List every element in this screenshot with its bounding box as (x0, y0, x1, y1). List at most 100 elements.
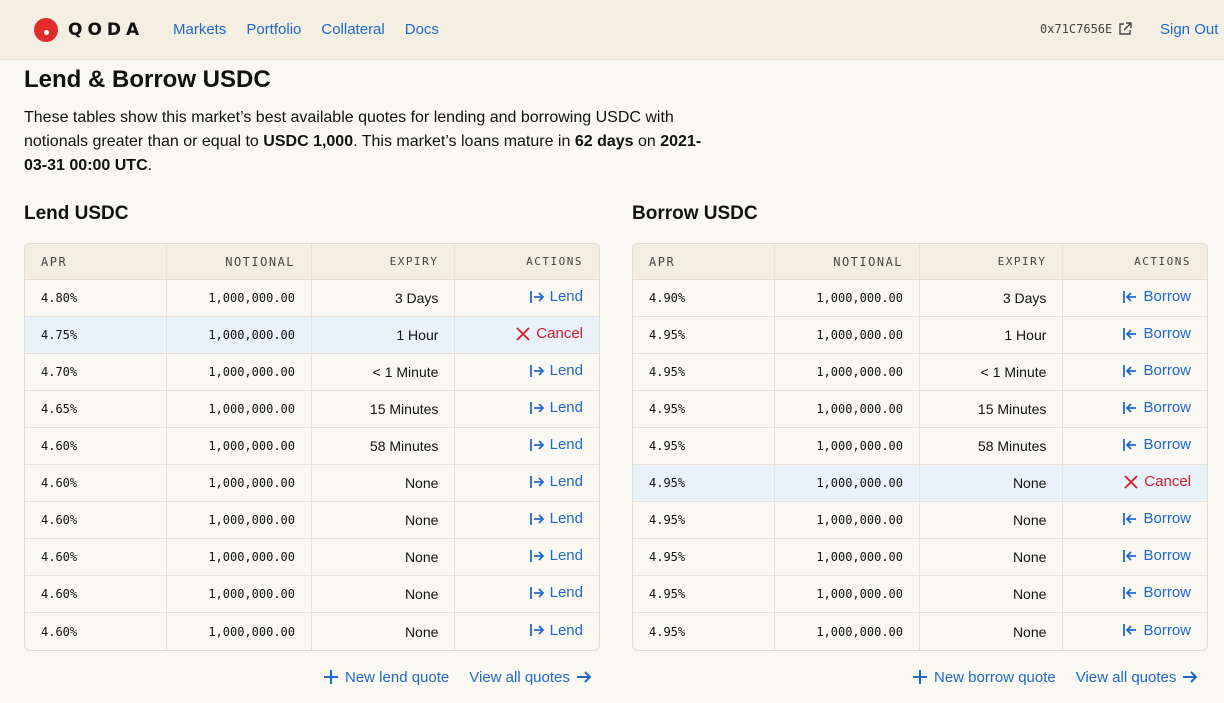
col-apr[interactable]: APR (25, 244, 168, 280)
logo-mark-icon (34, 18, 58, 42)
notional-cell: 1,000,000.00 (775, 539, 921, 576)
borrow-button[interactable]: Borrow (1122, 288, 1191, 305)
actions-cell: Borrow (1063, 391, 1207, 428)
borrow-button[interactable]: Borrow (1122, 325, 1191, 342)
wallet-address: 0x71C7656E (1040, 22, 1113, 36)
col-expiry[interactable]: EXPIRY (920, 244, 1064, 280)
borrow-button[interactable]: Borrow (1122, 622, 1191, 639)
expiry-cell: 1 Hour (920, 317, 1064, 354)
borrow-table: APR NOTIONAL EXPIRY ACTIONS 4.90% 1,000,0… (632, 243, 1208, 651)
borrow-button[interactable]: Borrow (1122, 399, 1191, 416)
apr-cell: 4.75% (25, 317, 168, 354)
apr-cell: 4.60% (25, 502, 168, 539)
notional-cell: 1,000,000.00 (167, 613, 313, 650)
arrow-right-to-bar-icon (529, 400, 545, 416)
expiry-cell: None (920, 502, 1064, 539)
expiry-cell: 1 Hour (312, 317, 456, 354)
notional-cell: 1,000,000.00 (775, 502, 921, 539)
col-apr[interactable]: APR (633, 244, 776, 280)
apr-cell: 4.95% (633, 502, 776, 539)
borrow-section-title: Borrow USDC (632, 203, 758, 224)
arrow-right-to-bar-icon (529, 289, 545, 305)
borrow-button[interactable]: Borrow (1122, 362, 1191, 379)
expiry-cell: 3 Days (312, 280, 456, 317)
arrow-left-from-bar-icon (1122, 437, 1138, 453)
arrow-left-from-bar-icon (1122, 289, 1138, 305)
table-row: 4.75% 1,000,000.00 1 Hour Cancel (25, 317, 599, 354)
view-all-borrow-quotes-link[interactable]: View all quotes (1076, 668, 1200, 686)
lend-button[interactable]: Lend (529, 584, 583, 601)
lend-button[interactable]: Lend (529, 362, 583, 379)
lend-button[interactable]: Lend (529, 622, 583, 639)
table-row: 4.95% 1,000,000.00 1 Hour Borrow (633, 317, 1207, 354)
sign-out-button[interactable]: Sign Out (1160, 21, 1218, 38)
borrow-button[interactable]: Borrow (1122, 510, 1191, 527)
actions-cell: Cancel (1063, 465, 1207, 502)
table-row: 4.95% 1,000,000.00 None Borrow (633, 613, 1207, 650)
cancel-button[interactable]: Cancel (515, 325, 583, 342)
nav-collateral[interactable]: Collateral (321, 21, 384, 38)
intro-min-notional: USDC 1,000 (263, 133, 354, 150)
expiry-cell: None (312, 539, 456, 576)
action-label: Lend (549, 288, 583, 306)
view-all-lend-quotes-link[interactable]: View all quotes (469, 668, 593, 686)
nav-portfolio[interactable]: Portfolio (246, 21, 301, 38)
borrow-button[interactable]: Borrow (1122, 547, 1191, 564)
expiry-cell: None (312, 502, 456, 539)
col-notional[interactable]: NOTIONAL (167, 244, 313, 280)
nav-markets[interactable]: Markets (173, 21, 226, 38)
wallet-address-link[interactable]: 0x71C7656E (1040, 22, 1132, 36)
actions-cell: Borrow (1063, 280, 1207, 317)
actions-cell: Borrow (1063, 576, 1207, 613)
notional-cell: 1,000,000.00 (167, 502, 313, 539)
apr-cell: 4.95% (633, 465, 776, 502)
nav-docs[interactable]: Docs (405, 21, 439, 38)
apr-cell: 4.95% (633, 354, 776, 391)
new-lend-quote-button[interactable]: New lend quote (322, 668, 449, 686)
actions-cell: Lend (455, 428, 599, 465)
lend-button[interactable]: Lend (529, 510, 583, 527)
cancel-button[interactable]: Cancel (1123, 473, 1191, 490)
arrow-right-icon (1183, 671, 1198, 683)
arrow-left-from-bar-icon (1122, 326, 1138, 342)
apr-cell: 4.60% (25, 465, 168, 502)
table-header-row: APR NOTIONAL EXPIRY ACTIONS (633, 244, 1207, 280)
actions-cell: Borrow (1063, 539, 1207, 576)
notional-cell: 1,000,000.00 (775, 613, 921, 650)
lend-section-title: Lend USDC (24, 203, 129, 224)
arrow-left-from-bar-icon (1122, 511, 1138, 527)
table-row: 4.65% 1,000,000.00 15 Minutes Lend (25, 391, 599, 428)
table-row: 4.60% 1,000,000.00 None Lend (25, 576, 599, 613)
table-row: 4.95% 1,000,000.00 None Cancel (633, 465, 1207, 502)
apr-cell: 4.70% (25, 354, 168, 391)
notional-cell: 1,000,000.00 (775, 428, 921, 465)
borrow-button[interactable]: Borrow (1122, 584, 1191, 601)
borrow-button[interactable]: Borrow (1122, 436, 1191, 453)
apr-cell: 4.95% (633, 539, 776, 576)
lend-button[interactable]: Lend (529, 436, 583, 453)
intro-text-3: on (633, 133, 661, 150)
col-notional[interactable]: NOTIONAL (775, 244, 921, 280)
expiry-cell: None (920, 576, 1064, 613)
lend-table: APR NOTIONAL EXPIRY ACTIONS 4.80% 1,000,0… (24, 243, 600, 651)
plus-icon (913, 670, 927, 684)
lend-button[interactable]: Lend (529, 547, 583, 564)
action-label: Borrow (1143, 547, 1191, 565)
brand-logo[interactable]: QODA (34, 18, 144, 42)
actions-cell: Borrow (1063, 502, 1207, 539)
lend-button[interactable]: Lend (529, 288, 583, 305)
plus-icon (324, 670, 338, 684)
notional-cell: 1,000,000.00 (167, 576, 313, 613)
new-borrow-quote-button[interactable]: New borrow quote (911, 668, 1056, 686)
action-label: Borrow (1143, 436, 1191, 454)
lend-button[interactable]: Lend (529, 399, 583, 416)
external-link-icon (1119, 22, 1132, 35)
action-label: Lend (549, 584, 583, 602)
actions-cell: Borrow (1063, 354, 1207, 391)
apr-cell: 4.90% (633, 280, 776, 317)
col-expiry[interactable]: EXPIRY (312, 244, 456, 280)
table-row: 4.60% 1,000,000.00 None Lend (25, 465, 599, 502)
action-label: Lend (549, 621, 583, 639)
col-actions: ACTIONS (1063, 244, 1207, 280)
lend-button[interactable]: Lend (529, 473, 583, 490)
